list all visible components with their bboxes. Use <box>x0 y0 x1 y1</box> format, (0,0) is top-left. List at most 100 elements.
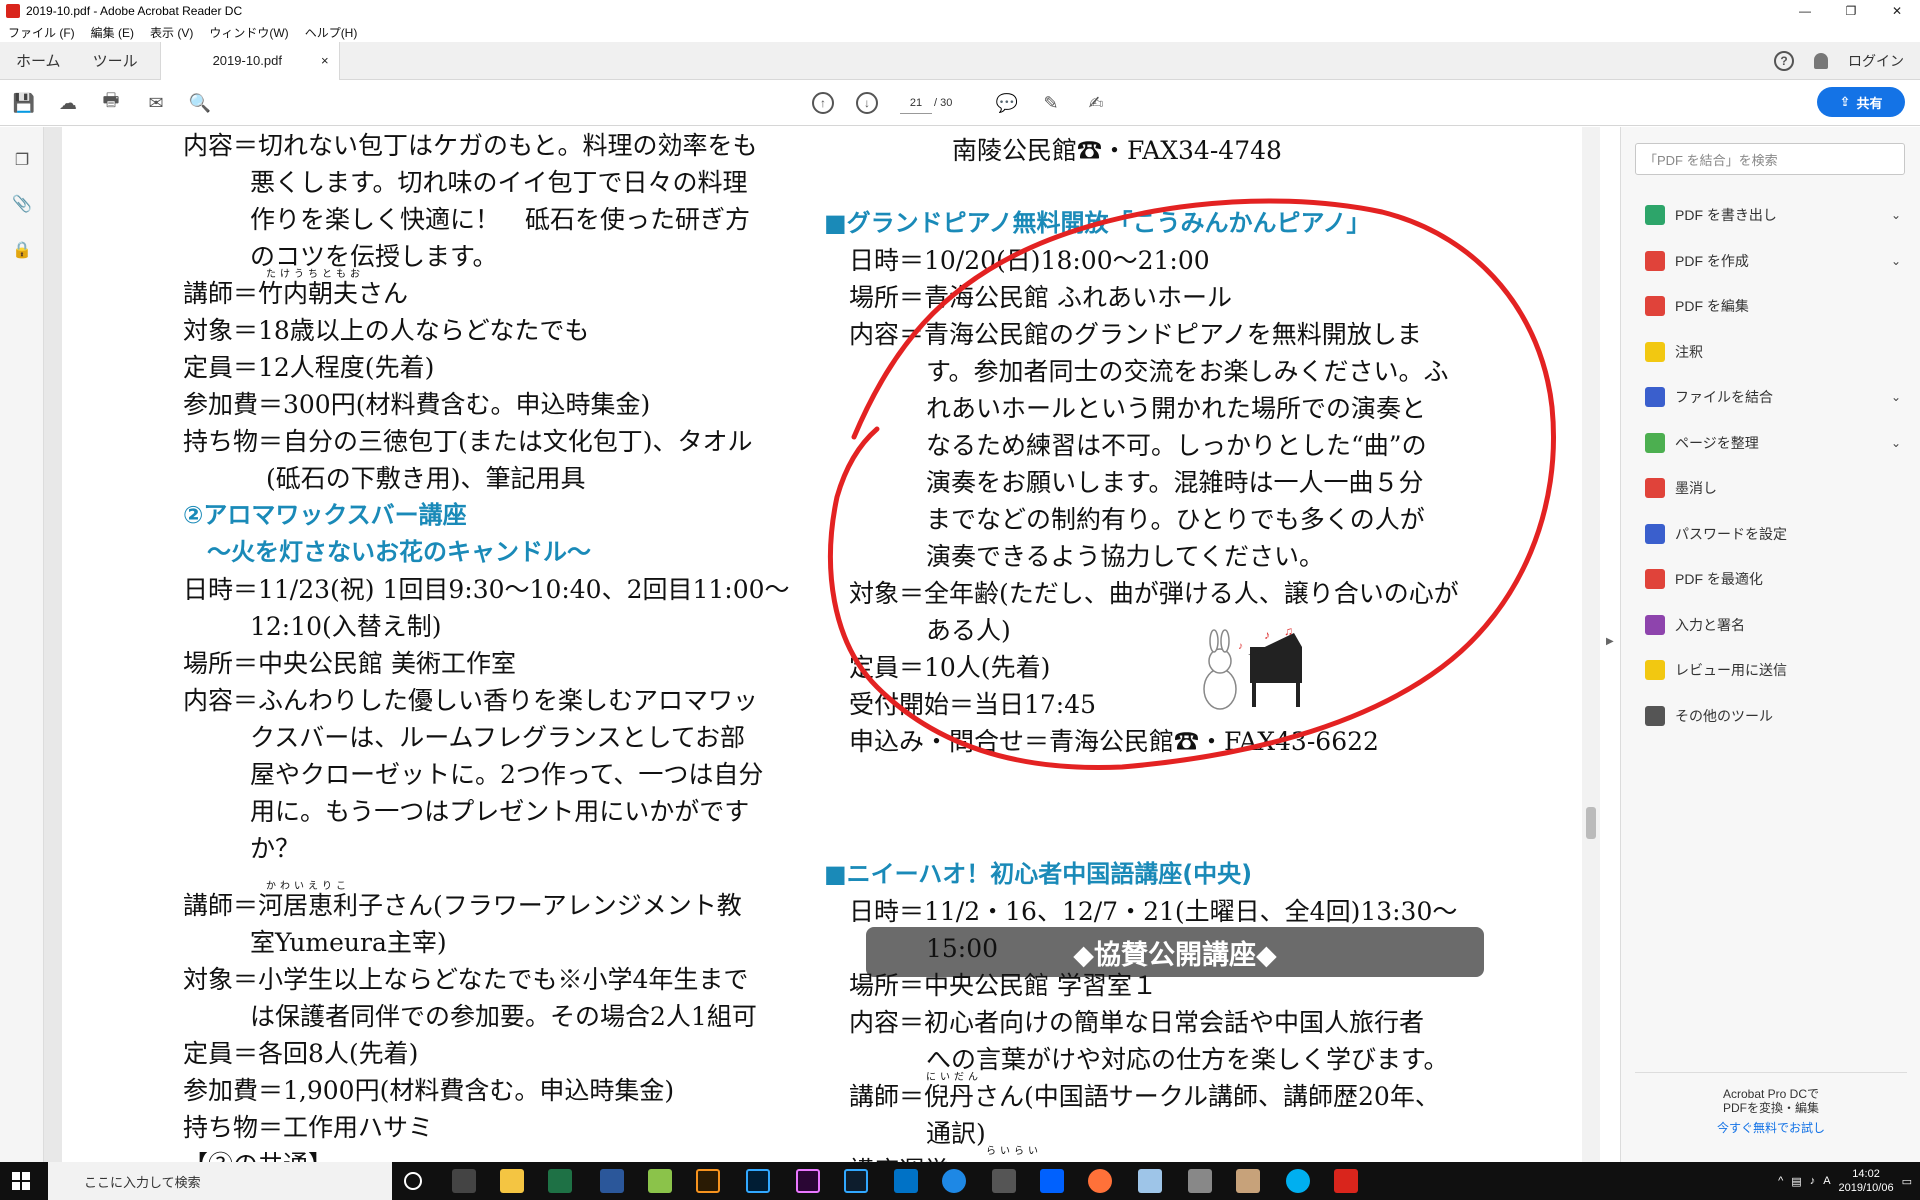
page-number-input[interactable]: 21 <box>900 92 932 114</box>
ime-mode[interactable]: A <box>1823 1175 1830 1187</box>
doc-line: 定員＝12人程度(先着) <box>183 353 435 382</box>
app-notes-icon[interactable] <box>1138 1169 1162 1193</box>
app-box-icon[interactable] <box>992 1169 1016 1193</box>
tools-search-input[interactable]: 「PDF を結合」を検索 <box>1635 143 1905 175</box>
doc-line: 悪くします。切れ味のイイ包丁で日々の料理 <box>250 168 748 197</box>
scrollbar-thumb[interactable] <box>1586 807 1596 839</box>
upload-cloud-icon[interactable]: ☁ <box>57 92 79 114</box>
doc-line: への言葉がけや対応の仕方を楽しく学びます。 <box>926 1045 1449 1074</box>
menu-edit[interactable]: 編集 (E) <box>83 24 142 41</box>
save-icon[interactable]: 💾 <box>13 92 35 114</box>
tool-label: PDF を編集 <box>1675 298 1749 314</box>
premiere-icon[interactable] <box>796 1169 820 1193</box>
tool-item[interactable]: PDF を作成 ⌄ <box>1645 249 1901 273</box>
close-tab-icon[interactable]: × <box>321 53 329 68</box>
chevron-down-icon[interactable]: ⌄ <box>1891 208 1901 222</box>
close-window-button[interactable]: ✕ <box>1874 0 1920 22</box>
network-icon[interactable]: ▤ <box>1791 1175 1801 1188</box>
minimize-button[interactable]: — <box>1782 0 1828 22</box>
system-tray: ^ ▤ ♪ A 14:02 2019/10/06 ▭ <box>1778 1162 1912 1200</box>
tool-label: その他のツール <box>1675 707 1773 724</box>
doc-line: 内容＝切れない包丁はケガのもと。料理の効率をも <box>183 131 758 160</box>
doc-line: 屋やクローゼットに。2つ作って、一つは自分 <box>250 760 764 789</box>
next-page-icon[interactable]: ↓ <box>856 92 878 114</box>
tool-icon <box>1645 341 1665 362</box>
skype-icon[interactable] <box>1286 1169 1310 1193</box>
security-icon[interactable]: 🔒 <box>11 239 33 261</box>
app-photo-icon[interactable] <box>1236 1169 1260 1193</box>
window-controls: — ❐ ✕ <box>1782 0 1920 22</box>
lightroom-icon[interactable] <box>844 1169 868 1193</box>
tool-item[interactable]: ページを整理 ⌄ <box>1645 431 1901 455</box>
dropbox-icon[interactable] <box>1040 1169 1064 1193</box>
tab-tools[interactable]: ツール <box>77 42 154 80</box>
collapse-right-panel-icon[interactable]: ▶ <box>1606 636 1614 647</box>
firefox-icon[interactable] <box>1088 1169 1112 1193</box>
previous-page-icon[interactable]: ↑ <box>812 92 834 114</box>
print-icon[interactable]: 🖶 <box>100 90 122 114</box>
tray-expand-icon[interactable]: ^ <box>1778 1175 1783 1187</box>
acrobat-app-icon <box>6 4 20 18</box>
tool-icon <box>1645 205 1665 225</box>
tool-item[interactable]: パスワードを設定 <box>1645 522 1901 546</box>
tool-icon <box>1645 614 1665 635</box>
tool-item[interactable]: 墨消し <box>1645 476 1901 500</box>
comment-icon[interactable]: 💬 <box>996 92 1018 114</box>
vertical-scrollbar[interactable] <box>1582 127 1600 1162</box>
windows-start-icon[interactable] <box>12 1172 30 1190</box>
free-trial-link[interactable]: 今すぐ無料でお試し <box>1621 1121 1920 1135</box>
tab-home[interactable]: ホーム <box>0 42 77 80</box>
tool-item[interactable]: その他のツール <box>1645 704 1901 728</box>
tools-pane: 「PDF を結合」を検索 PDF を書き出し ⌄ PDF を作成 ⌄ PDF を編集注釈… <box>1620 127 1920 1162</box>
excel-icon[interactable] <box>548 1169 572 1193</box>
chevron-down-icon[interactable]: ⌄ <box>1891 436 1901 450</box>
menu-view[interactable]: 表示 (V) <box>142 24 201 41</box>
chevron-down-icon[interactable]: ⌄ <box>1891 254 1901 268</box>
tab-document[interactable]: 2019-10.pdf × <box>159 41 340 80</box>
doc-line: 作りを楽しく快適に！ 砥石を使った研ぎ方 <box>250 205 751 234</box>
tool-item[interactable]: ファイルを結合 ⌄ <box>1645 385 1901 409</box>
app-green-icon[interactable] <box>648 1169 672 1193</box>
tool-item[interactable]: 入力と署名 <box>1645 613 1901 637</box>
taskbar-search-input[interactable]: ここに入力して検索 <box>48 1162 392 1200</box>
doc-line: (砥石の下敷き用)、筆記用具 <box>266 464 586 493</box>
help-icon[interactable]: ? <box>1774 51 1794 71</box>
photoshop-icon[interactable] <box>746 1169 770 1193</box>
outlook-icon[interactable] <box>894 1169 918 1193</box>
notification-bell-icon[interactable] <box>1814 53 1828 69</box>
menu-window[interactable]: ウィンドウ(W) <box>201 24 296 41</box>
cortana-icon[interactable] <box>404 1172 422 1190</box>
highlight-pen-icon[interactable]: ✎ <box>1040 92 1062 114</box>
login-link[interactable]: ログイン <box>1848 51 1904 71</box>
tool-item[interactable]: PDF を書き出し ⌄ <box>1645 203 1901 227</box>
notification-center-icon[interactable]: ▭ <box>1902 1175 1912 1188</box>
edge-icon[interactable] <box>942 1169 966 1193</box>
attachments-icon[interactable]: 📎 <box>11 193 33 215</box>
share-button[interactable]: ⇪ 共有 <box>1817 87 1905 117</box>
sign-icon[interactable]: ✍ <box>1085 92 1107 114</box>
word-icon[interactable] <box>600 1169 624 1193</box>
doc-line: 持ち物＝自分の三徳包丁(または文化包丁)、タオル <box>183 427 753 456</box>
tool-item[interactable]: PDF を最適化 <box>1645 567 1901 591</box>
file-explorer-icon[interactable] <box>500 1169 524 1193</box>
volume-icon[interactable]: ♪ <box>1810 1175 1816 1187</box>
tool-item[interactable]: 注釈 <box>1645 340 1901 364</box>
email-icon[interactable]: ✉ <box>145 92 167 114</box>
page-thumbnails-icon[interactable]: ❐ <box>11 149 33 171</box>
acrobat-taskbar-icon[interactable] <box>1334 1169 1358 1193</box>
doc-line: 参加費＝1,900円(材料費含む。申込時集金) <box>183 1076 675 1105</box>
zoom-search-icon[interactable]: 🔍 <box>189 92 211 114</box>
maximize-button[interactable]: ❐ <box>1828 0 1874 22</box>
chevron-down-icon[interactable]: ⌄ <box>1891 390 1901 404</box>
menu-help[interactable]: ヘルプ(H) <box>297 24 366 41</box>
tool-item[interactable]: レビュー用に送信 <box>1645 658 1901 682</box>
illustrator-icon[interactable] <box>696 1169 720 1193</box>
menu-file[interactable]: ファイル (F) <box>0 24 83 41</box>
doc-line: 講師＝竹内朝夫さん <box>183 279 409 308</box>
doc-line: 講師＝倪丹さん(中国語サークル講師、講師歴20年、 <box>849 1082 1440 1111</box>
taskbar-clock[interactable]: 14:02 2019/10/06 <box>1839 1167 1894 1195</box>
app-camera-icon[interactable] <box>1188 1169 1212 1193</box>
task-view-icon[interactable] <box>452 1169 476 1193</box>
tool-item[interactable]: PDF を編集 <box>1645 294 1901 318</box>
tab-document-label: 2019-10.pdf <box>212 53 282 68</box>
